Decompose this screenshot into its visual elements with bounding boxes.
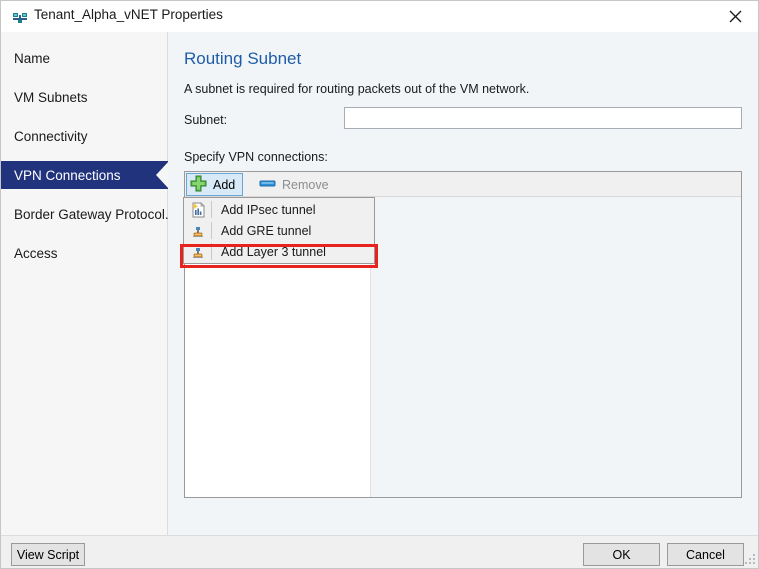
sidebar-item-label: VPN Connections	[14, 167, 121, 183]
add-button[interactable]: Add	[186, 173, 244, 196]
menu-item-add-layer-3-tunnel[interactable]: Add Layer 3 tunnel	[184, 241, 374, 262]
gateway-icon	[187, 241, 209, 262]
sidebar-item-vm-subnets[interactable]: VM Subnets	[1, 83, 168, 111]
cancel-button[interactable]: Cancel	[667, 543, 744, 566]
menu-item-label: Add IPsec tunnel	[221, 202, 316, 217]
close-button[interactable]	[713, 1, 758, 31]
subnet-label: Subnet:	[184, 113, 228, 127]
network-vnet-icon	[12, 9, 28, 25]
sidebar-item-label: Border Gateway Protocol...	[14, 206, 177, 222]
menu-item-add-gre-tunnel[interactable]: Add GRE tunnel	[184, 220, 374, 241]
sidebar: Name VM Subnets Connectivity VPN Connect…	[1, 32, 176, 535]
dialog-content: Name VM Subnets Connectivity VPN Connect…	[1, 32, 758, 535]
menu-icon-divider	[211, 243, 212, 260]
ok-button[interactable]: OK	[583, 543, 660, 566]
resize-grip[interactable]	[743, 553, 756, 566]
sidebar-item-vpn-connections[interactable]: VPN Connections	[1, 161, 169, 189]
sidebar-item-name[interactable]: Name	[1, 44, 168, 72]
dialog-footer: View Script OK Cancel	[1, 535, 758, 568]
sidebar-item-access[interactable]: Access	[1, 239, 168, 267]
specify-vpn-connections-label: Specify VPN connections:	[184, 150, 328, 164]
sidebar-item-label: Connectivity	[14, 128, 88, 144]
page-description: A subnet is required for routing packets…	[184, 82, 530, 96]
remove-button-label: Remove	[282, 177, 329, 192]
new-document-icon	[187, 199, 209, 220]
listbox-column-rest	[371, 197, 741, 497]
page-title: Routing Subnet	[184, 49, 302, 68]
subnet-input[interactable]	[344, 107, 742, 129]
sidebar-item-border-gateway-protocol[interactable]: Border Gateway Protocol...	[1, 200, 176, 228]
listbox-toolbar: Add Remove	[185, 172, 741, 197]
add-button-label: Add	[213, 177, 236, 192]
remove-button[interactable]: Remove	[255, 173, 337, 196]
view-script-button[interactable]: View Script	[11, 543, 85, 566]
menu-item-label: Add GRE tunnel	[221, 223, 312, 238]
green-plus-icon	[190, 175, 207, 195]
sidebar-item-label: Access	[14, 245, 58, 261]
sidebar-item-connectivity[interactable]: Connectivity	[1, 122, 168, 150]
title-bar: Tenant_Alpha_vNET Properties	[1, 1, 758, 32]
menu-icon-divider	[211, 222, 212, 239]
add-dropdown-menu[interactable]: Add IPsec tunnel Add GRE tunnel Add Laye…	[183, 197, 375, 264]
window-title: Tenant_Alpha_vNET Properties	[34, 7, 223, 22]
main-pane: Routing Subnet A subnet is required for …	[168, 32, 758, 535]
menu-item-add-ipsec-tunnel[interactable]: Add IPsec tunnel	[184, 199, 374, 220]
gateway-icon	[187, 220, 209, 241]
sidebar-item-label: Name	[14, 50, 51, 66]
menu-icon-divider	[211, 201, 212, 218]
close-icon	[729, 10, 742, 23]
sidebar-item-label: VM Subnets	[14, 89, 88, 105]
menu-item-label: Add Layer 3 tunnel	[221, 244, 326, 259]
blue-minus-icon	[259, 175, 276, 195]
properties-dialog: Tenant_Alpha_vNET Properties Name VM Sub…	[0, 0, 759, 569]
